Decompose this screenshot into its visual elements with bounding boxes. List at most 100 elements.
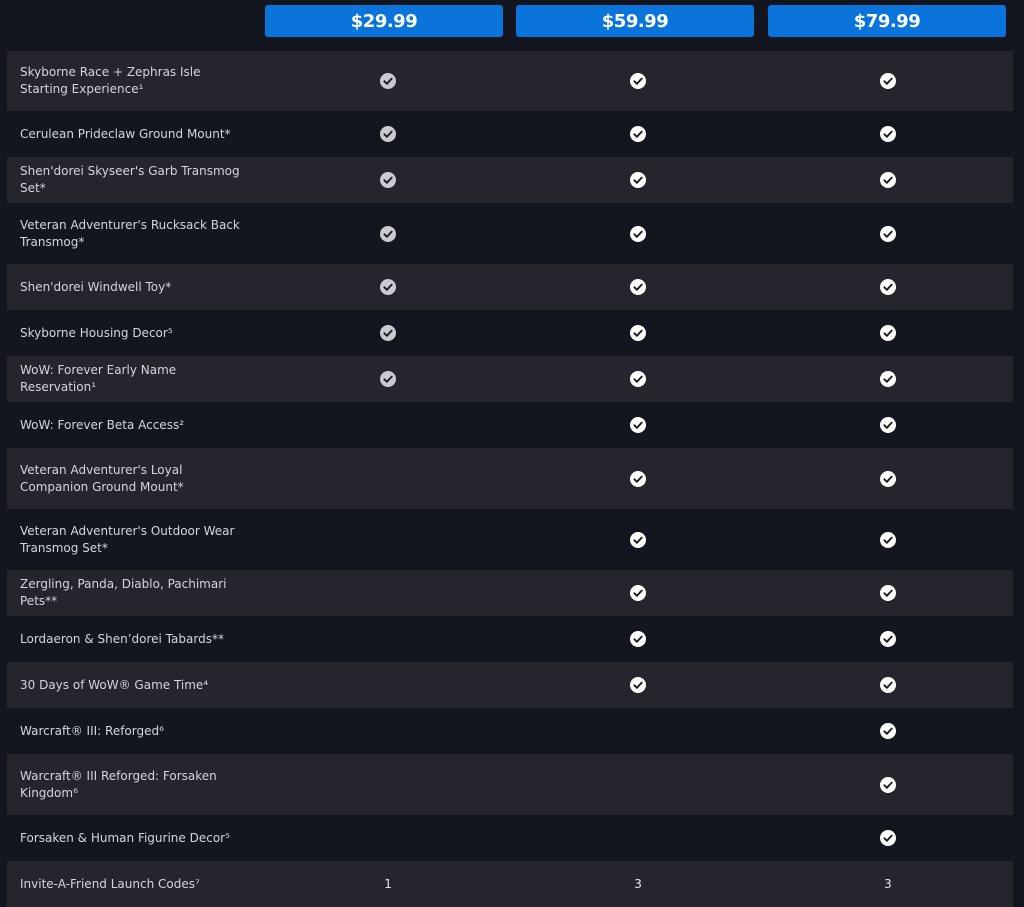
price-button-tier-2[interactable]: $59.99	[516, 5, 754, 37]
tier-1-cell: 1	[263, 877, 513, 891]
feature-row: Veteran Adventurer's Loyal Companion Gro…	[7, 448, 1013, 509]
check-circle-icon	[630, 325, 647, 341]
tier-2-cell	[513, 225, 763, 242]
tier-3-cell	[763, 73, 1013, 89]
tier-2-cell	[513, 631, 763, 647]
tier-3-cell	[763, 677, 1013, 693]
feature-row: Veteran Adventurer's Outdoor Wear Transm…	[7, 509, 1013, 570]
check-circle-icon	[380, 325, 397, 341]
tier-3-cell	[763, 371, 1013, 387]
feature-row: WoW: Forever Beta Access²	[7, 402, 1013, 448]
tier-3-cell	[763, 585, 1013, 601]
check-circle-icon	[630, 531, 647, 548]
tier-3-cell	[763, 723, 1013, 739]
feature-label: Warcraft® III: Reforged⁶	[20, 723, 164, 738]
check-circle-icon	[880, 279, 896, 295]
tier-2-cell	[513, 417, 763, 433]
tier-3-cell	[763, 417, 1013, 433]
check-circle-icon	[630, 371, 647, 387]
tier-3-cell	[763, 279, 1013, 295]
tier-1-cell	[263, 73, 513, 89]
check-circle-icon	[630, 470, 647, 487]
feature-comparison-table: Skyborne Race + Zephras Isle Starting Ex…	[7, 51, 1013, 907]
feature-label: Zergling, Panda, Diablo, Pachimari Pets*…	[20, 577, 227, 608]
tier-3-cell	[763, 531, 1013, 548]
check-circle-icon	[880, 723, 896, 739]
tier-1-cell	[263, 172, 513, 188]
feature-label: Shen'dorei Skyseer's Garb Transmog Set*	[20, 164, 240, 195]
tier-2-cell	[513, 585, 763, 601]
check-circle-icon	[880, 225, 896, 242]
tier-3-cell	[763, 776, 1013, 793]
tier-1-value: 1	[384, 877, 392, 891]
feature-label: Veteran Adventurer's Loyal Companion Gro…	[20, 462, 184, 494]
tier-1-cell	[263, 325, 513, 341]
tier-2-cell	[513, 325, 763, 341]
tier-3-cell	[763, 325, 1013, 341]
tier-2-cell	[513, 172, 763, 188]
check-circle-icon	[880, 531, 896, 548]
check-circle-icon	[880, 126, 896, 142]
tier-3-value: 3	[884, 877, 892, 891]
check-circle-icon	[380, 371, 397, 387]
feature-row: 30 Days of WoW® Game Time⁴	[7, 662, 1013, 708]
tier-2-cell	[513, 371, 763, 387]
feature-row: Lordaeron & Shen’dorei Tabards**	[7, 616, 1013, 662]
feature-label: 30 Days of WoW® Game Time⁴	[20, 677, 209, 692]
tier-1-cell	[263, 126, 513, 142]
check-circle-icon	[380, 225, 397, 242]
feature-label: Invite-A-Friend Launch Codes⁷	[20, 876, 200, 891]
feature-label: Skyborne Race + Zephras Isle Starting Ex…	[20, 65, 201, 96]
feature-label: Forsaken & Human Figurine Decor⁵	[20, 830, 230, 845]
check-circle-icon	[630, 677, 647, 693]
tier-3-cell	[763, 830, 1013, 846]
check-circle-icon	[380, 126, 397, 142]
check-circle-icon	[630, 585, 647, 601]
feature-label: Veteran Adventurer's Outdoor Wear Transm…	[20, 523, 235, 555]
check-circle-icon	[630, 126, 647, 142]
check-circle-icon	[630, 631, 647, 647]
tier-3-cell: 3	[763, 877, 1013, 891]
check-circle-icon	[880, 585, 896, 601]
feature-label: WoW: Forever Early Name Reservation¹	[20, 363, 177, 394]
feature-row: Shen'dorei Skyseer's Garb Transmog Set*	[7, 157, 1013, 203]
feature-row: Skyborne Race + Zephras Isle Starting Ex…	[7, 51, 1013, 111]
check-circle-icon	[880, 830, 896, 846]
check-circle-icon	[880, 776, 896, 793]
check-circle-icon	[630, 73, 647, 89]
check-circle-icon	[880, 470, 896, 487]
feature-label: Cerulean Prideclaw Ground Mount*	[20, 126, 231, 141]
tier-3-cell	[763, 126, 1013, 142]
price-button-tier-3[interactable]: $79.99	[768, 5, 1006, 37]
check-circle-icon	[880, 417, 896, 433]
feature-label: Shen'dorei Windwell Toy*	[20, 279, 172, 294]
price-header: $29.99 $59.99 $79.99	[0, 0, 1024, 42]
check-circle-icon	[630, 417, 647, 433]
check-circle-icon	[880, 631, 896, 647]
tier-3-cell	[763, 172, 1013, 188]
check-circle-icon	[380, 172, 397, 188]
feature-row: Skyborne Housing Decor⁵	[7, 310, 1013, 356]
tier-1-cell	[263, 279, 513, 295]
price-button-tier-1[interactable]: $29.99	[265, 5, 503, 37]
feature-label: Veteran Adventurer's Rucksack Back Trans…	[20, 217, 240, 249]
tier-2-cell	[513, 279, 763, 295]
tier-2-cell	[513, 470, 763, 487]
tier-2-cell	[513, 73, 763, 89]
check-circle-icon	[380, 279, 397, 295]
tier-1-cell	[263, 225, 513, 242]
feature-row: Warcraft® III Reforged: Forsaken Kingdom…	[7, 754, 1013, 815]
feature-label: WoW: Forever Beta Access²	[20, 417, 185, 432]
check-circle-icon	[630, 172, 647, 188]
tier-3-cell	[763, 470, 1013, 487]
tier-3-cell	[763, 631, 1013, 647]
feature-label: Warcraft® III Reforged: Forsaken Kingdom…	[20, 768, 217, 800]
feature-row: Cerulean Prideclaw Ground Mount*	[7, 111, 1013, 157]
feature-row: Warcraft® III: Reforged⁶	[7, 708, 1013, 754]
feature-row: WoW: Forever Early Name Reservation¹	[7, 356, 1013, 402]
feature-row: Shen'dorei Windwell Toy*	[7, 264, 1013, 310]
check-circle-icon	[880, 371, 896, 387]
tier-2-cell: 3	[513, 877, 763, 891]
check-circle-icon	[880, 325, 896, 341]
feature-row: Veteran Adventurer's Rucksack Back Trans…	[7, 203, 1013, 264]
